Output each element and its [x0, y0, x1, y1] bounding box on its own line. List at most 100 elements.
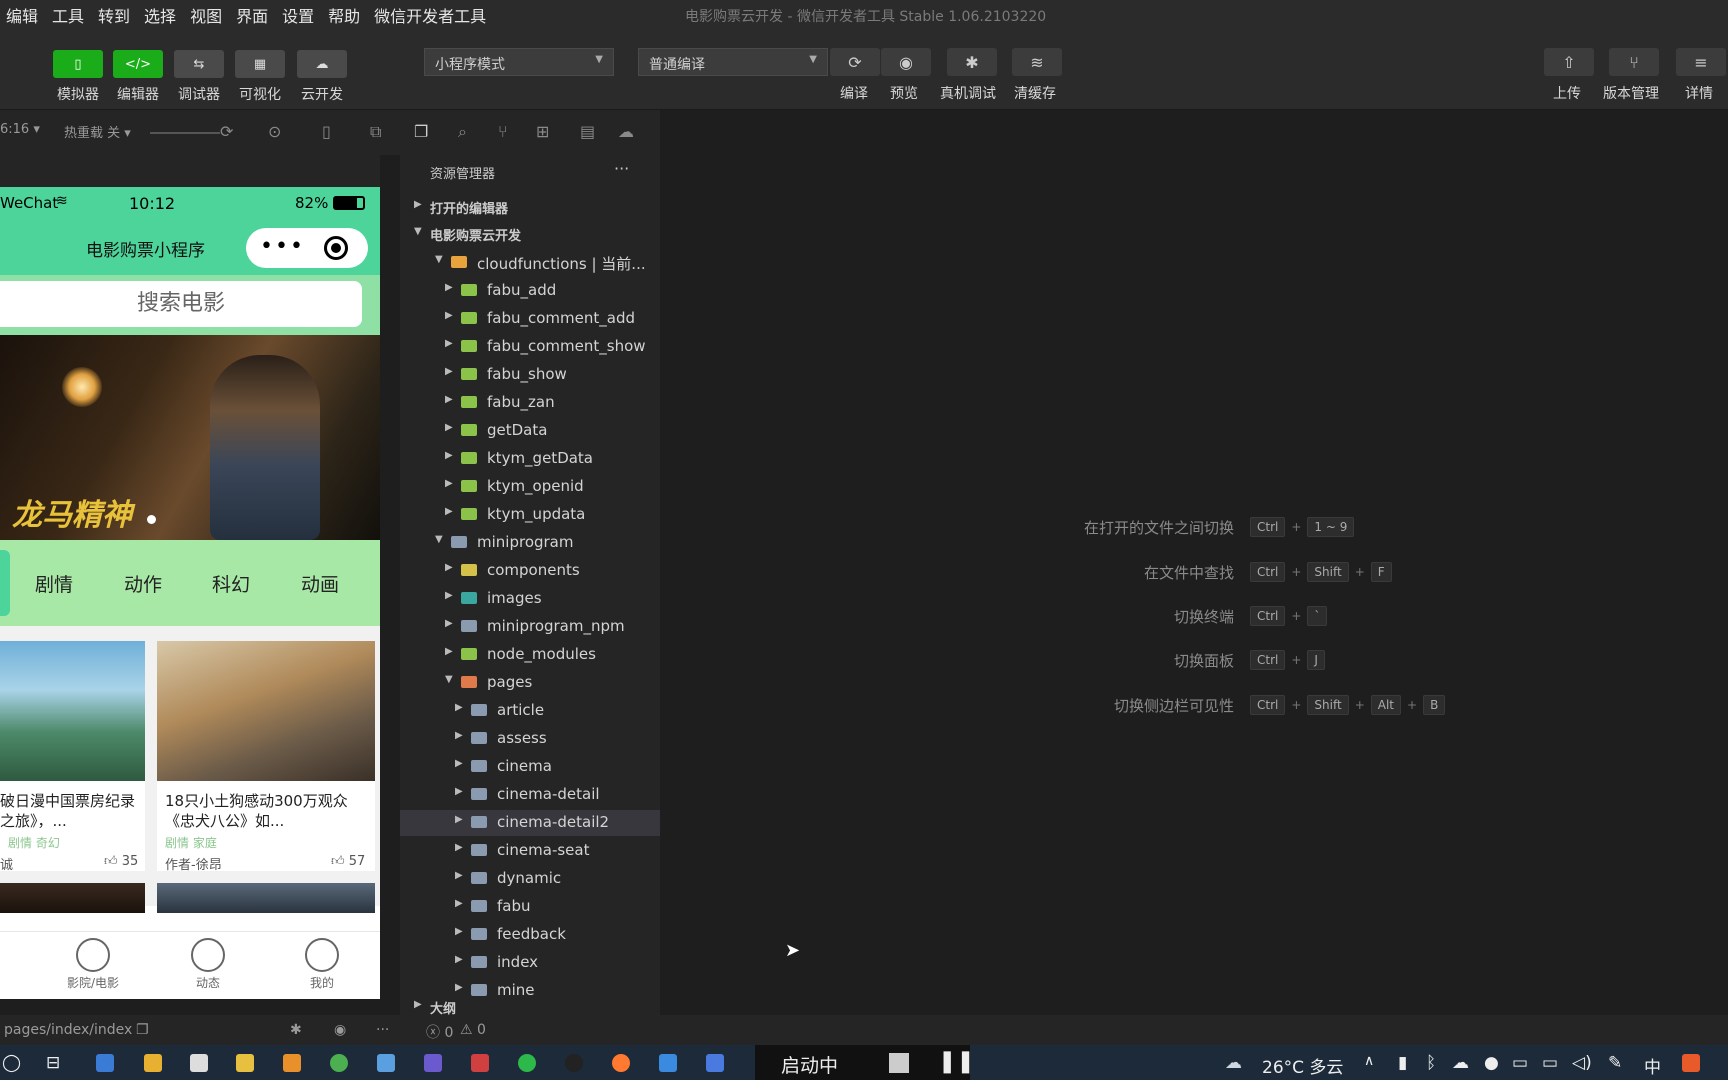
wechat-icon[interactable] — [518, 1054, 536, 1072]
category-action[interactable]: 动作 — [124, 570, 162, 597]
editor-button[interactable]: </> 编辑器 — [112, 50, 164, 104]
section-project[interactable]: ▼ 电影购票云开发 — [400, 222, 660, 248]
menu-edit[interactable]: 编辑 — [0, 3, 46, 27]
weather-label[interactable]: 26°C 多云 — [1262, 1053, 1343, 1078]
tree-item[interactable]: ▶ components — [400, 558, 660, 584]
tree-item[interactable]: ▼ miniprogram — [400, 530, 660, 556]
section-open-editors[interactable]: ▶ 打开的编辑器 — [400, 195, 660, 221]
app-icon[interactable] — [706, 1054, 724, 1072]
zoom-select[interactable]: 6:16 ▾ — [0, 122, 40, 137]
chrome-icon[interactable] — [330, 1054, 348, 1072]
upload-icon[interactable]: ⇧ — [1544, 48, 1594, 76]
bug-icon[interactable]: ✱ — [947, 48, 997, 76]
menu-view[interactable]: 视图 — [184, 3, 230, 27]
app-icon[interactable] — [96, 1054, 114, 1072]
article-card[interactable]: 破日漫中国票房纪录 之旅》，... 剧情 奇幻 诚 👍︎ 35 — [0, 641, 145, 873]
version-label[interactable]: 版本管理 — [1603, 83, 1659, 103]
tree-item[interactable]: ▶ images — [400, 586, 660, 612]
tree-item[interactable]: ▶ fabu_add — [400, 278, 660, 304]
clear-cache-label[interactable]: 清缓存 — [1014, 83, 1056, 103]
window-icon[interactable]: ⧉ — [370, 122, 381, 142]
tree-item[interactable]: ▶ getData — [400, 418, 660, 444]
capsule-menu[interactable]: ••• — [246, 228, 368, 268]
volume-icon[interactable]: ◁) — [1572, 1053, 1592, 1073]
tree-item[interactable]: ▶ feedback — [400, 922, 660, 948]
category-scifi[interactable]: 科幻 — [212, 570, 250, 597]
cloud-button[interactable]: ☁ 云开发 — [296, 50, 348, 104]
tree-item[interactable]: ▶ cinema-detail — [400, 782, 660, 808]
qq-tray-icon[interactable]: ● — [1484, 1053, 1499, 1073]
menu-goto[interactable]: 转到 — [92, 3, 138, 27]
menu-help[interactable]: 帮助 — [322, 3, 368, 27]
category-animation[interactable]: 动画 — [301, 570, 339, 597]
tree-item[interactable]: ▶ assess — [400, 726, 660, 752]
network-icon[interactable]: ▭ — [1542, 1053, 1558, 1073]
tree-item[interactable]: ▶ fabu — [400, 894, 660, 920]
preview-label[interactable]: 预览 — [890, 83, 918, 103]
article-card[interactable]: 18只小土狗感动300万观众 《忠犬八公》如... 剧情 家庭 作者-徐昂 👍︎ … — [157, 641, 375, 873]
tree-item[interactable]: ▶ cinema — [400, 754, 660, 780]
tree-item[interactable]: ▶ index — [400, 950, 660, 976]
qq-icon[interactable] — [565, 1054, 583, 1072]
panel-icon[interactable]: ▤ — [580, 122, 595, 141]
tree-item[interactable]: ▶ cinema-seat — [400, 838, 660, 864]
eye-icon[interactable]: ◉ — [881, 48, 931, 76]
files-icon[interactable]: ❐ — [414, 122, 428, 141]
settings-icon[interactable]: ✱ — [290, 1022, 302, 1038]
more-icon[interactable]: ··· — [376, 1022, 389, 1038]
error-count[interactable]: ⓧ 0 — [426, 1022, 453, 1042]
pen-icon[interactable]: ✎ — [1608, 1053, 1622, 1073]
folder-icon[interactable] — [236, 1054, 254, 1072]
ime-indicator[interactable]: 中 — [1644, 1053, 1661, 1078]
stop-icon[interactable] — [889, 1053, 909, 1073]
layers-icon[interactable]: ≋ — [1012, 48, 1062, 76]
compile-label[interactable]: 编译 — [840, 83, 868, 103]
more-icon[interactable]: ··· — [614, 159, 629, 178]
warning-count[interactable]: ⚠ 0 — [460, 1022, 486, 1038]
refresh-icon[interactable]: ⟳ — [830, 48, 880, 76]
close-icon[interactable] — [324, 236, 348, 260]
firefox-icon[interactable] — [612, 1054, 630, 1072]
device-icon[interactable]: ▯ — [322, 122, 331, 141]
tree-item[interactable]: ▶ miniprogram_npm — [400, 614, 660, 640]
app-icon[interactable] — [659, 1054, 677, 1072]
app-icon[interactable] — [424, 1054, 442, 1072]
mode-select[interactable]: 小程序模式 ▼ — [424, 48, 614, 76]
battery-icon[interactable]: ▭ — [1512, 1053, 1528, 1073]
details-label[interactable]: 详情 — [1685, 83, 1713, 103]
app-icon[interactable] — [471, 1054, 489, 1072]
menu-icon[interactable]: ≡ — [1676, 48, 1726, 76]
app-icon[interactable] — [144, 1054, 162, 1072]
extensions-icon[interactable]: ⊞ — [536, 122, 549, 141]
tree-item[interactable]: ▶ ktym_getData — [400, 446, 660, 472]
bluetooth-icon[interactable]: ᛒ — [1426, 1053, 1436, 1073]
stop-icon[interactable]: ⊙ — [268, 122, 281, 141]
cloud-icon[interactable]: ☁ — [618, 122, 634, 141]
chevron-up-icon[interactable]: ∧ — [1364, 1053, 1374, 1069]
app-icon[interactable] — [377, 1054, 395, 1072]
branch-icon[interactable]: ⑂ — [1609, 48, 1659, 76]
tree-item[interactable]: ▶ ktym_updata — [400, 502, 660, 528]
tree-item[interactable]: ▼ cloudfunctions | 当前... — [400, 250, 660, 276]
hotreload-select[interactable]: 热重载 关 ▾ — [64, 122, 131, 141]
pause-icon[interactable]: ❚❚ — [938, 1049, 975, 1074]
app-icon[interactable] — [190, 1054, 208, 1072]
copy-icon[interactable]: ❐ — [136, 1022, 149, 1038]
cloud-icon[interactable]: ☁ — [1452, 1053, 1469, 1073]
tree-item[interactable]: ▶ cinema-detail2 — [400, 810, 660, 836]
tree-item[interactable]: ▶ fabu_comment_add — [400, 306, 660, 332]
tree-item[interactable]: ▶ article — [400, 698, 660, 724]
carousel-dot[interactable] — [147, 515, 156, 524]
eye-icon[interactable]: ◉ — [334, 1022, 346, 1038]
refresh-icon[interactable]: ⟳ — [220, 122, 233, 141]
app-icon[interactable] — [1682, 1054, 1700, 1072]
tree-item[interactable]: ▶ fabu_show — [400, 362, 660, 388]
git-icon[interactable]: ⑂ — [498, 122, 508, 141]
tree-item[interactable]: ▼ pages — [400, 670, 660, 696]
debugger-button[interactable]: ⇆ 调试器 — [173, 50, 225, 104]
tree-item[interactable]: ▶ node_modules — [400, 642, 660, 668]
simulator-button[interactable]: ▯ 模拟器 — [52, 50, 104, 104]
tab-dynamic[interactable]: 动态 — [173, 934, 243, 991]
app-icon[interactable] — [283, 1054, 301, 1072]
tab-cinema[interactable]: 影院/电影 — [58, 934, 128, 991]
